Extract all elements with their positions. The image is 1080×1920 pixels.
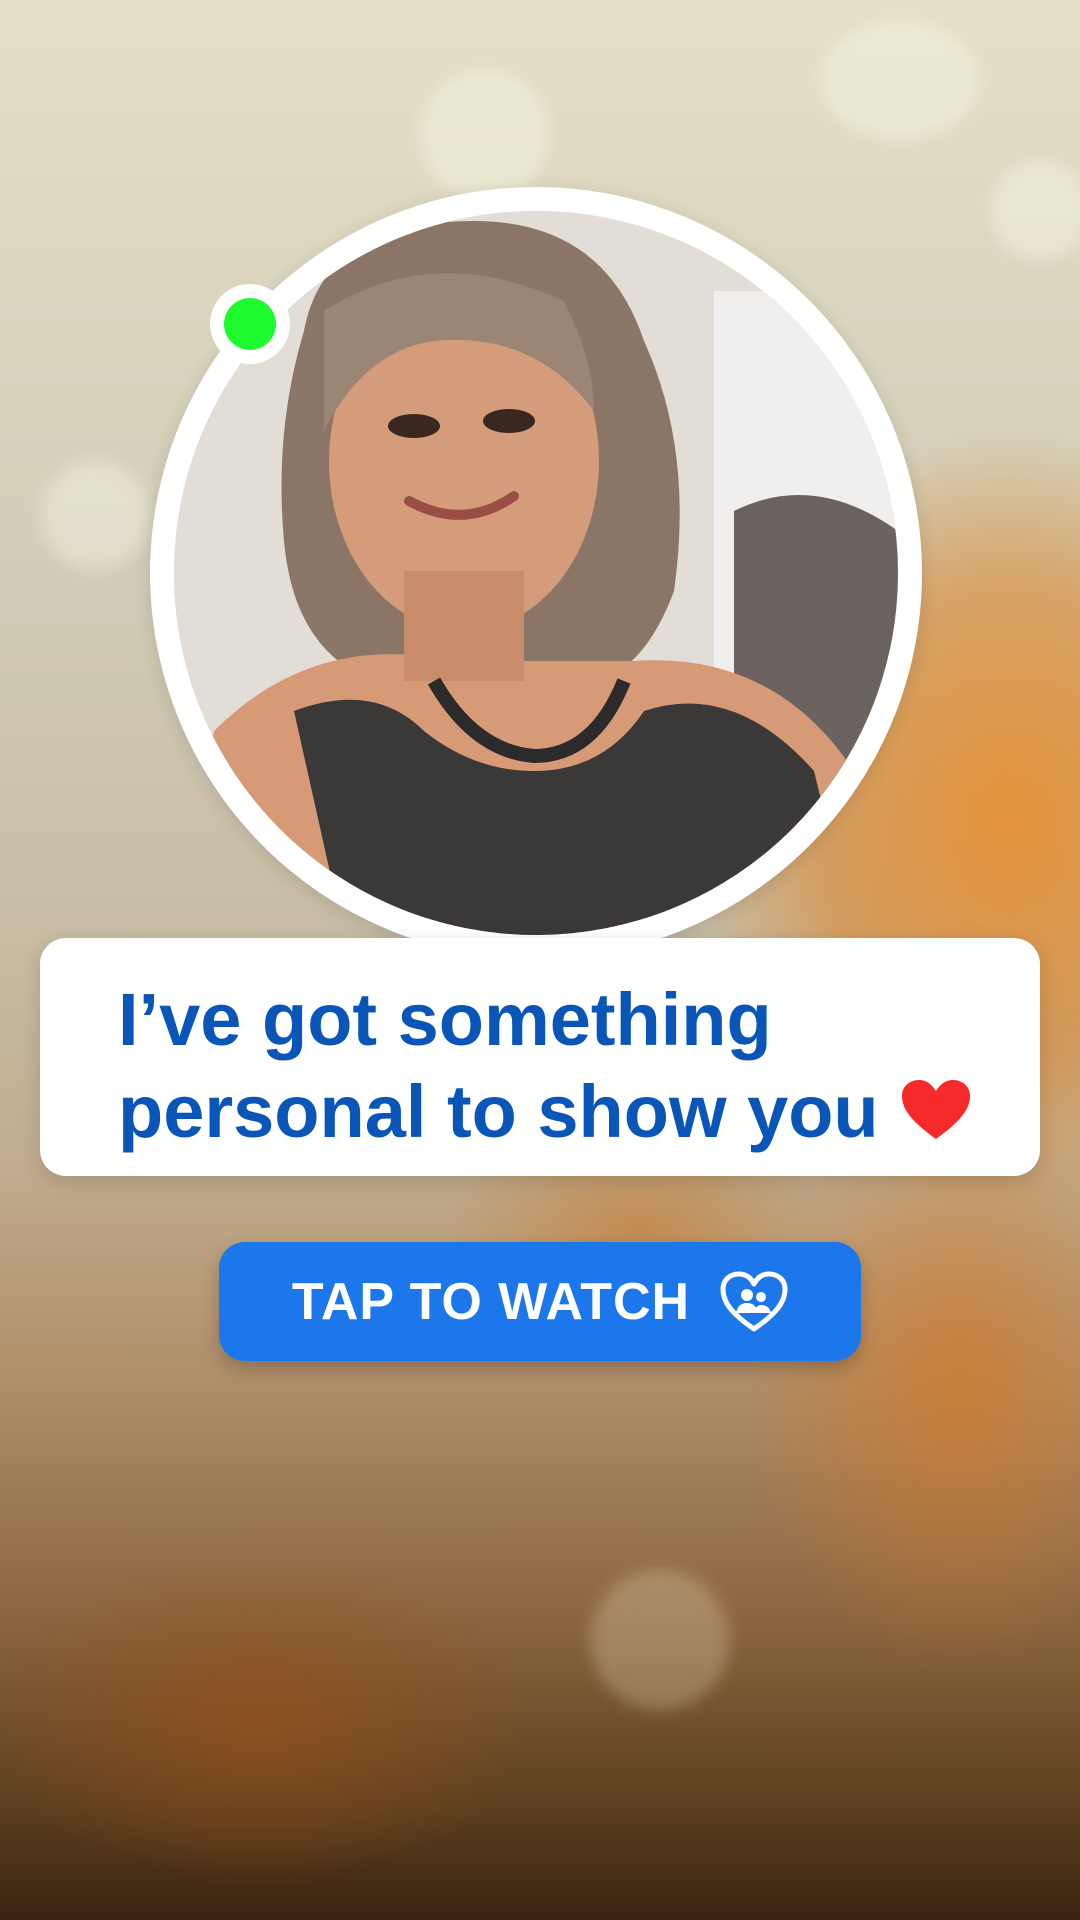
bokeh-light [590,1570,730,1710]
message-line-1: I’ve got something [118,978,772,1061]
tap-to-watch-button[interactable]: TAP TO WATCH [219,1242,861,1361]
screen-background: I’ve got something personal to show you … [0,0,1080,1920]
message-line-2: personal to show you [118,1066,1000,1158]
bokeh-light [820,20,980,140]
online-status-dot [210,284,290,364]
heart-people-icon [720,1271,788,1331]
message-card: I’ve got something personal to show you [40,938,1040,1176]
bokeh-light [40,460,150,570]
bokeh-light [990,160,1080,260]
heart-icon [901,1080,970,1140]
tap-to-watch-label: TAP TO WATCH [291,1272,691,1331]
message-line-2-text: personal to show you [118,1070,879,1153]
bokeh-light [420,70,550,200]
